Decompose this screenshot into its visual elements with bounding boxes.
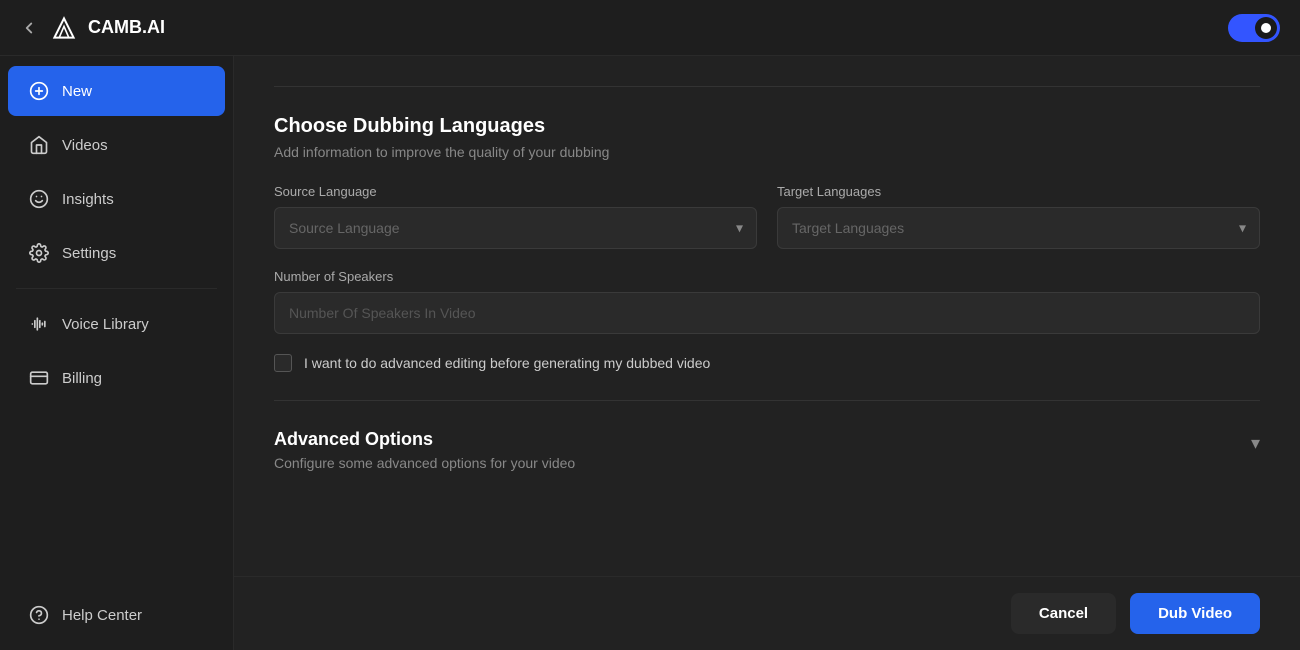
speakers-group: Number of Speakers (274, 269, 1260, 334)
logo: CAMB.AI (48, 12, 165, 44)
toggle-knob (1255, 17, 1277, 39)
advanced-editing-checkbox-row: I want to do advanced editing before gen… (274, 354, 1260, 372)
language-row: Source Language Source Language Auto Det… (274, 184, 1260, 249)
footer: Cancel Dub Video (234, 576, 1300, 650)
content-inner: Choose Dubbing Languages Add information… (234, 56, 1300, 576)
home-icon (28, 134, 50, 156)
help-circle-icon (28, 604, 50, 626)
sidebar-label-voice-library: Voice Library (62, 316, 149, 333)
settings-icon (28, 242, 50, 264)
theme-toggle-container (1228, 14, 1280, 42)
sidebar-label-settings: Settings (62, 245, 116, 262)
source-language-group: Source Language Source Language Auto Det… (274, 184, 757, 249)
sidebar-label-new: New (62, 83, 92, 100)
source-language-wrapper: Source Language Auto Detect English Span… (274, 207, 757, 249)
logo-text: CAMB.AI (88, 17, 165, 38)
advanced-editing-checkbox[interactable] (274, 354, 292, 372)
main-layout: New Videos Insights (0, 56, 1300, 650)
target-languages-group: Target Languages Target Languages Englis… (777, 184, 1260, 249)
topbar-left: CAMB.AI (20, 12, 165, 44)
advanced-options-chevron-icon: ▾ (1251, 433, 1260, 454)
section-subtitle: Add information to improve the quality o… (274, 144, 1260, 160)
advanced-options-header[interactable]: Advanced Options Configure some advanced… (274, 429, 1260, 471)
sidebar-spacer (0, 405, 233, 588)
topbar: CAMB.AI (0, 0, 1300, 56)
target-languages-wrapper: Target Languages English Spanish French … (777, 207, 1260, 249)
dub-video-button[interactable]: Dub Video (1130, 593, 1260, 634)
sidebar-item-videos[interactable]: Videos (8, 120, 225, 170)
plus-circle-icon (28, 80, 50, 102)
sidebar-item-help-center[interactable]: Help Center (8, 590, 225, 640)
sidebar-divider (16, 288, 217, 289)
sidebar-item-settings[interactable]: Settings (8, 228, 225, 278)
advanced-editing-label: I want to do advanced editing before gen… (304, 355, 710, 371)
target-languages-select[interactable]: Target Languages English Spanish French … (777, 207, 1260, 249)
back-button[interactable] (20, 19, 38, 37)
chart-circle-icon (28, 188, 50, 210)
content-area: Choose Dubbing Languages Add information… (234, 56, 1300, 650)
speakers-input[interactable] (274, 292, 1260, 334)
sidebar-item-voice-library[interactable]: Voice Library (8, 299, 225, 349)
sidebar-item-insights[interactable]: Insights (8, 174, 225, 224)
card-icon (28, 367, 50, 389)
advanced-options-subtitle: Configure some advanced options for your… (274, 455, 575, 471)
sidebar-label-videos: Videos (62, 137, 108, 154)
source-language-select[interactable]: Source Language Auto Detect English Span… (274, 207, 757, 249)
logo-icon (48, 12, 80, 44)
waveform-icon (28, 313, 50, 335)
section-title: Choose Dubbing Languages (274, 115, 1260, 138)
theme-toggle[interactable] (1228, 14, 1280, 42)
advanced-options-section: Advanced Options Configure some advanced… (274, 400, 1260, 471)
source-language-label: Source Language (274, 184, 757, 199)
sidebar-item-new[interactable]: New (8, 66, 225, 116)
sidebar-item-billing[interactable]: Billing (8, 353, 225, 403)
speakers-label: Number of Speakers (274, 269, 1260, 284)
target-languages-label: Target Languages (777, 184, 1260, 199)
sidebar-label-insights: Insights (62, 191, 114, 208)
advanced-options-text: Advanced Options Configure some advanced… (274, 429, 575, 471)
cancel-button[interactable]: Cancel (1011, 593, 1116, 634)
advanced-options-title: Advanced Options (274, 429, 575, 450)
dubbing-languages-section: Choose Dubbing Languages Add information… (274, 86, 1260, 372)
sidebar-label-help-center: Help Center (62, 607, 142, 624)
sidebar-label-billing: Billing (62, 370, 102, 387)
sidebar: New Videos Insights (0, 56, 234, 650)
